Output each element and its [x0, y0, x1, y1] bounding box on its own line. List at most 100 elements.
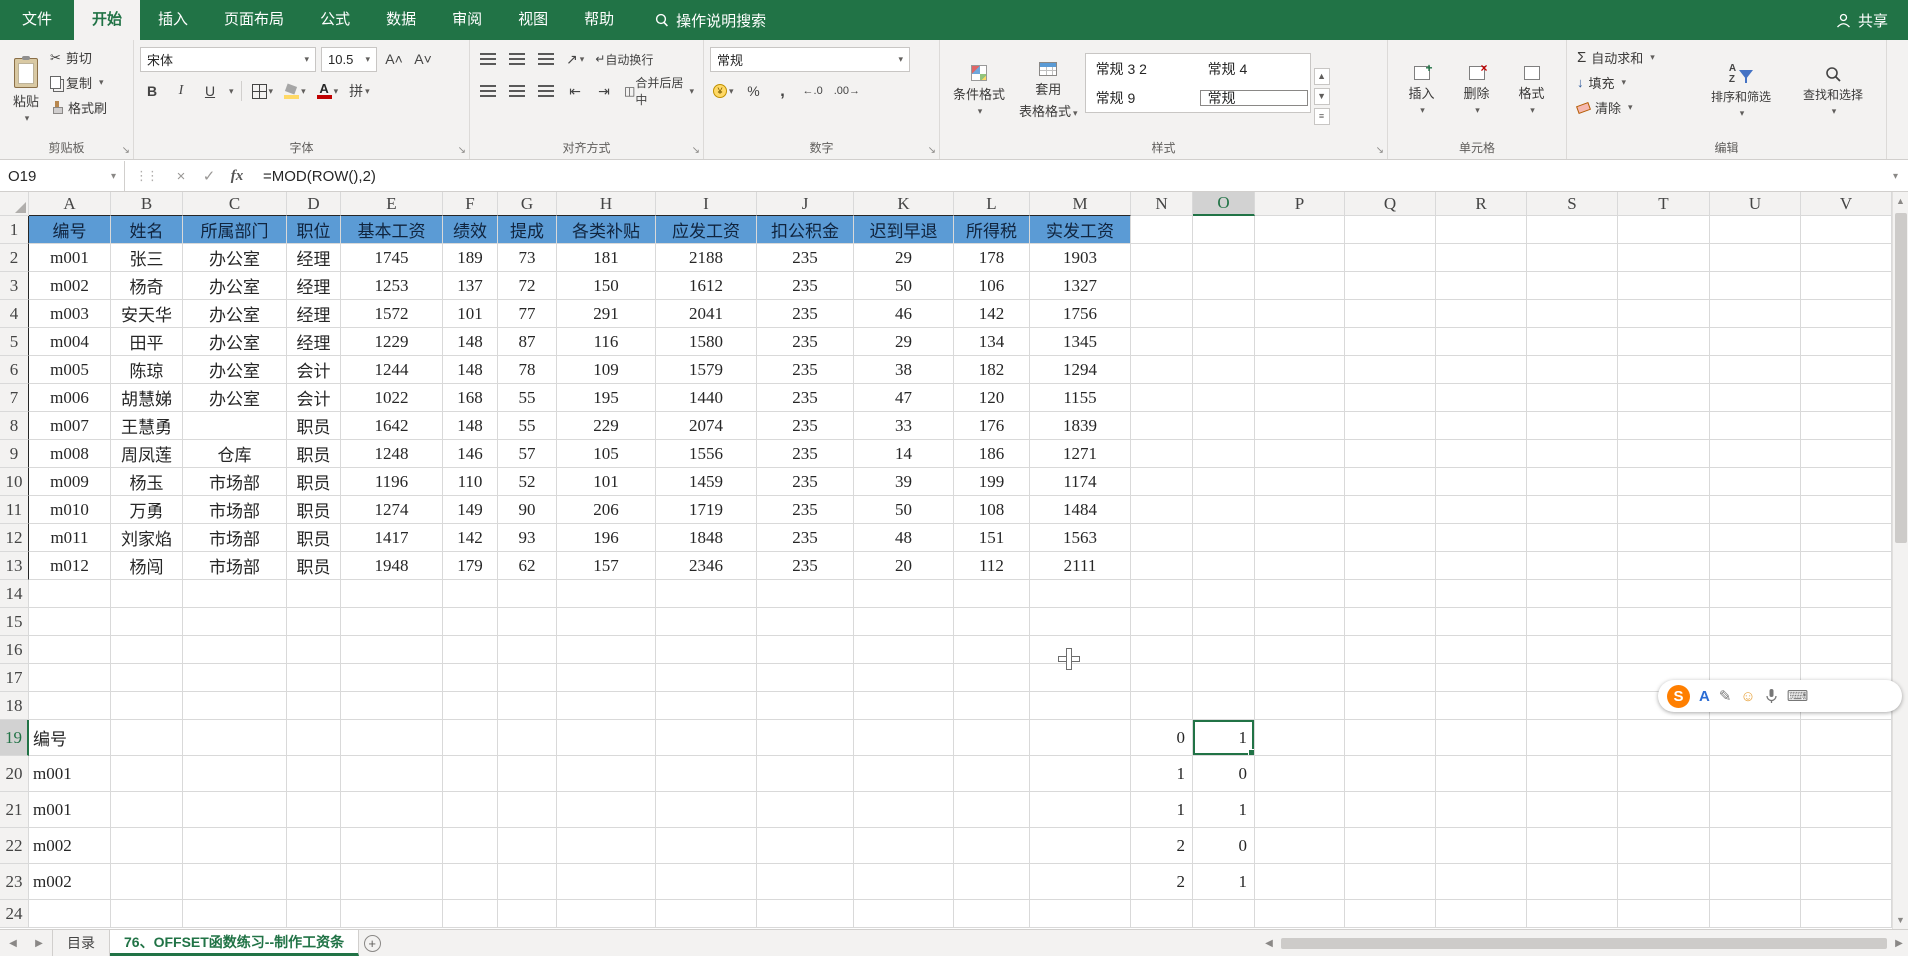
cell-N21[interactable]: 1	[1131, 792, 1193, 828]
cell-B4[interactable]: 安天华	[111, 300, 183, 328]
cell-Q15[interactable]	[1345, 608, 1436, 636]
cell-H17[interactable]	[557, 664, 656, 692]
cell-P9[interactable]	[1255, 440, 1345, 468]
cell-G16[interactable]	[498, 636, 557, 664]
tab-review[interactable]: 审阅	[434, 0, 500, 40]
cell-A1[interactable]: 编号	[29, 216, 111, 244]
cell-A21[interactable]: m001	[29, 792, 111, 828]
column-header-K[interactable]: K	[854, 192, 954, 216]
cell-R12[interactable]	[1436, 524, 1527, 552]
cell-E15[interactable]	[341, 608, 443, 636]
cell-B11[interactable]: 万勇	[111, 496, 183, 524]
cell-Q19[interactable]	[1345, 720, 1436, 756]
insert-cells-button[interactable]: + 插入 ▾	[1394, 45, 1449, 137]
cell-B7[interactable]: 胡慧娣	[111, 384, 183, 412]
cell-P15[interactable]	[1255, 608, 1345, 636]
cell-G18[interactable]	[498, 692, 557, 720]
cell-K15[interactable]	[854, 608, 954, 636]
cell-G3[interactable]: 72	[498, 272, 557, 300]
cell-C22[interactable]	[183, 828, 287, 864]
cell-style-item[interactable]: 常规 3 2	[1086, 59, 1198, 79]
cell-U15[interactable]	[1710, 608, 1801, 636]
cell-S12[interactable]	[1527, 524, 1618, 552]
cell-U8[interactable]	[1710, 412, 1801, 440]
cell-C17[interactable]	[183, 664, 287, 692]
cell-I5[interactable]: 1580	[656, 328, 757, 356]
cell-L21[interactable]	[954, 792, 1030, 828]
tab-page-layout[interactable]: 页面布局	[206, 0, 302, 40]
cell-H14[interactable]	[557, 580, 656, 608]
cell-E12[interactable]: 1417	[341, 524, 443, 552]
cell-I21[interactable]	[656, 792, 757, 828]
cell-L24[interactable]	[954, 900, 1030, 928]
ime-keyboard-icon[interactable]: ⌨	[1787, 689, 1809, 704]
cell-G15[interactable]	[498, 608, 557, 636]
cell-E20[interactable]	[341, 756, 443, 792]
cell-Q8[interactable]	[1345, 412, 1436, 440]
cell-O19[interactable]: 1	[1193, 720, 1255, 756]
new-sheet-button[interactable]: +	[359, 930, 385, 956]
cell-V8[interactable]	[1801, 412, 1892, 440]
cell-O10[interactable]	[1193, 468, 1255, 496]
cell-R22[interactable]	[1436, 828, 1527, 864]
tell-me-search[interactable]: 操作说明搜索	[654, 0, 766, 40]
cell-M5[interactable]: 1345	[1030, 328, 1131, 356]
cell-J11[interactable]: 235	[757, 496, 854, 524]
cell-F18[interactable]	[443, 692, 498, 720]
cell-V15[interactable]	[1801, 608, 1892, 636]
column-header-G[interactable]: G	[498, 192, 557, 216]
row-header-1[interactable]: 1	[0, 216, 29, 244]
cell-T15[interactable]	[1618, 608, 1710, 636]
cell-E10[interactable]: 1196	[341, 468, 443, 496]
cell-F9[interactable]: 146	[443, 440, 498, 468]
cell-P4[interactable]	[1255, 300, 1345, 328]
cell-D14[interactable]	[287, 580, 341, 608]
cell-N3[interactable]	[1131, 272, 1193, 300]
cell-P12[interactable]	[1255, 524, 1345, 552]
cell-P11[interactable]	[1255, 496, 1345, 524]
cell-R14[interactable]	[1436, 580, 1527, 608]
cell-style-item-selected[interactable]: 常规	[1198, 88, 1310, 108]
underline-button[interactable]: U	[198, 79, 222, 103]
cell-T23[interactable]	[1618, 864, 1710, 900]
row-header-19[interactable]: 19	[0, 720, 29, 756]
cell-O8[interactable]	[1193, 412, 1255, 440]
cell-V11[interactable]	[1801, 496, 1892, 524]
cell-C3[interactable]: 办公室	[183, 272, 287, 300]
cell-O21[interactable]: 1	[1193, 792, 1255, 828]
delete-cells-button[interactable]: × 删除 ▾	[1449, 45, 1504, 137]
cell-U9[interactable]	[1710, 440, 1801, 468]
cell-I7[interactable]: 1440	[656, 384, 757, 412]
cell-A24[interactable]	[29, 900, 111, 928]
cell-U23[interactable]	[1710, 864, 1801, 900]
cell-E7[interactable]: 1022	[341, 384, 443, 412]
conditional-formatting-button[interactable]: 条件格式 ▾	[946, 45, 1012, 137]
tab-view[interactable]: 视图	[500, 0, 566, 40]
cell-J7[interactable]: 235	[757, 384, 854, 412]
cell-F16[interactable]	[443, 636, 498, 664]
cell-I23[interactable]	[656, 864, 757, 900]
cell-M15[interactable]	[1030, 608, 1131, 636]
cell-I4[interactable]: 2041	[656, 300, 757, 328]
cell-V19[interactable]	[1801, 720, 1892, 756]
cell-U16[interactable]	[1710, 636, 1801, 664]
cell-A18[interactable]	[29, 692, 111, 720]
cell-R2[interactable]	[1436, 244, 1527, 272]
cell-U24[interactable]	[1710, 900, 1801, 928]
cell-B9[interactable]: 周凤莲	[111, 440, 183, 468]
cell-P13[interactable]	[1255, 552, 1345, 580]
cell-N6[interactable]	[1131, 356, 1193, 384]
cell-U2[interactable]	[1710, 244, 1801, 272]
cell-P24[interactable]	[1255, 900, 1345, 928]
cell-T19[interactable]	[1618, 720, 1710, 756]
cell-M23[interactable]	[1030, 864, 1131, 900]
cell-P20[interactable]	[1255, 756, 1345, 792]
cell-F8[interactable]: 148	[443, 412, 498, 440]
cell-H1[interactable]: 各类补贴	[557, 216, 656, 244]
row-header-21[interactable]: 21	[0, 792, 29, 828]
cell-L7[interactable]: 120	[954, 384, 1030, 412]
cell-K22[interactable]	[854, 828, 954, 864]
clear-button[interactable]: 清除 ▾	[1573, 95, 1695, 120]
cell-C11[interactable]: 市场部	[183, 496, 287, 524]
cell-N1[interactable]	[1131, 216, 1193, 244]
